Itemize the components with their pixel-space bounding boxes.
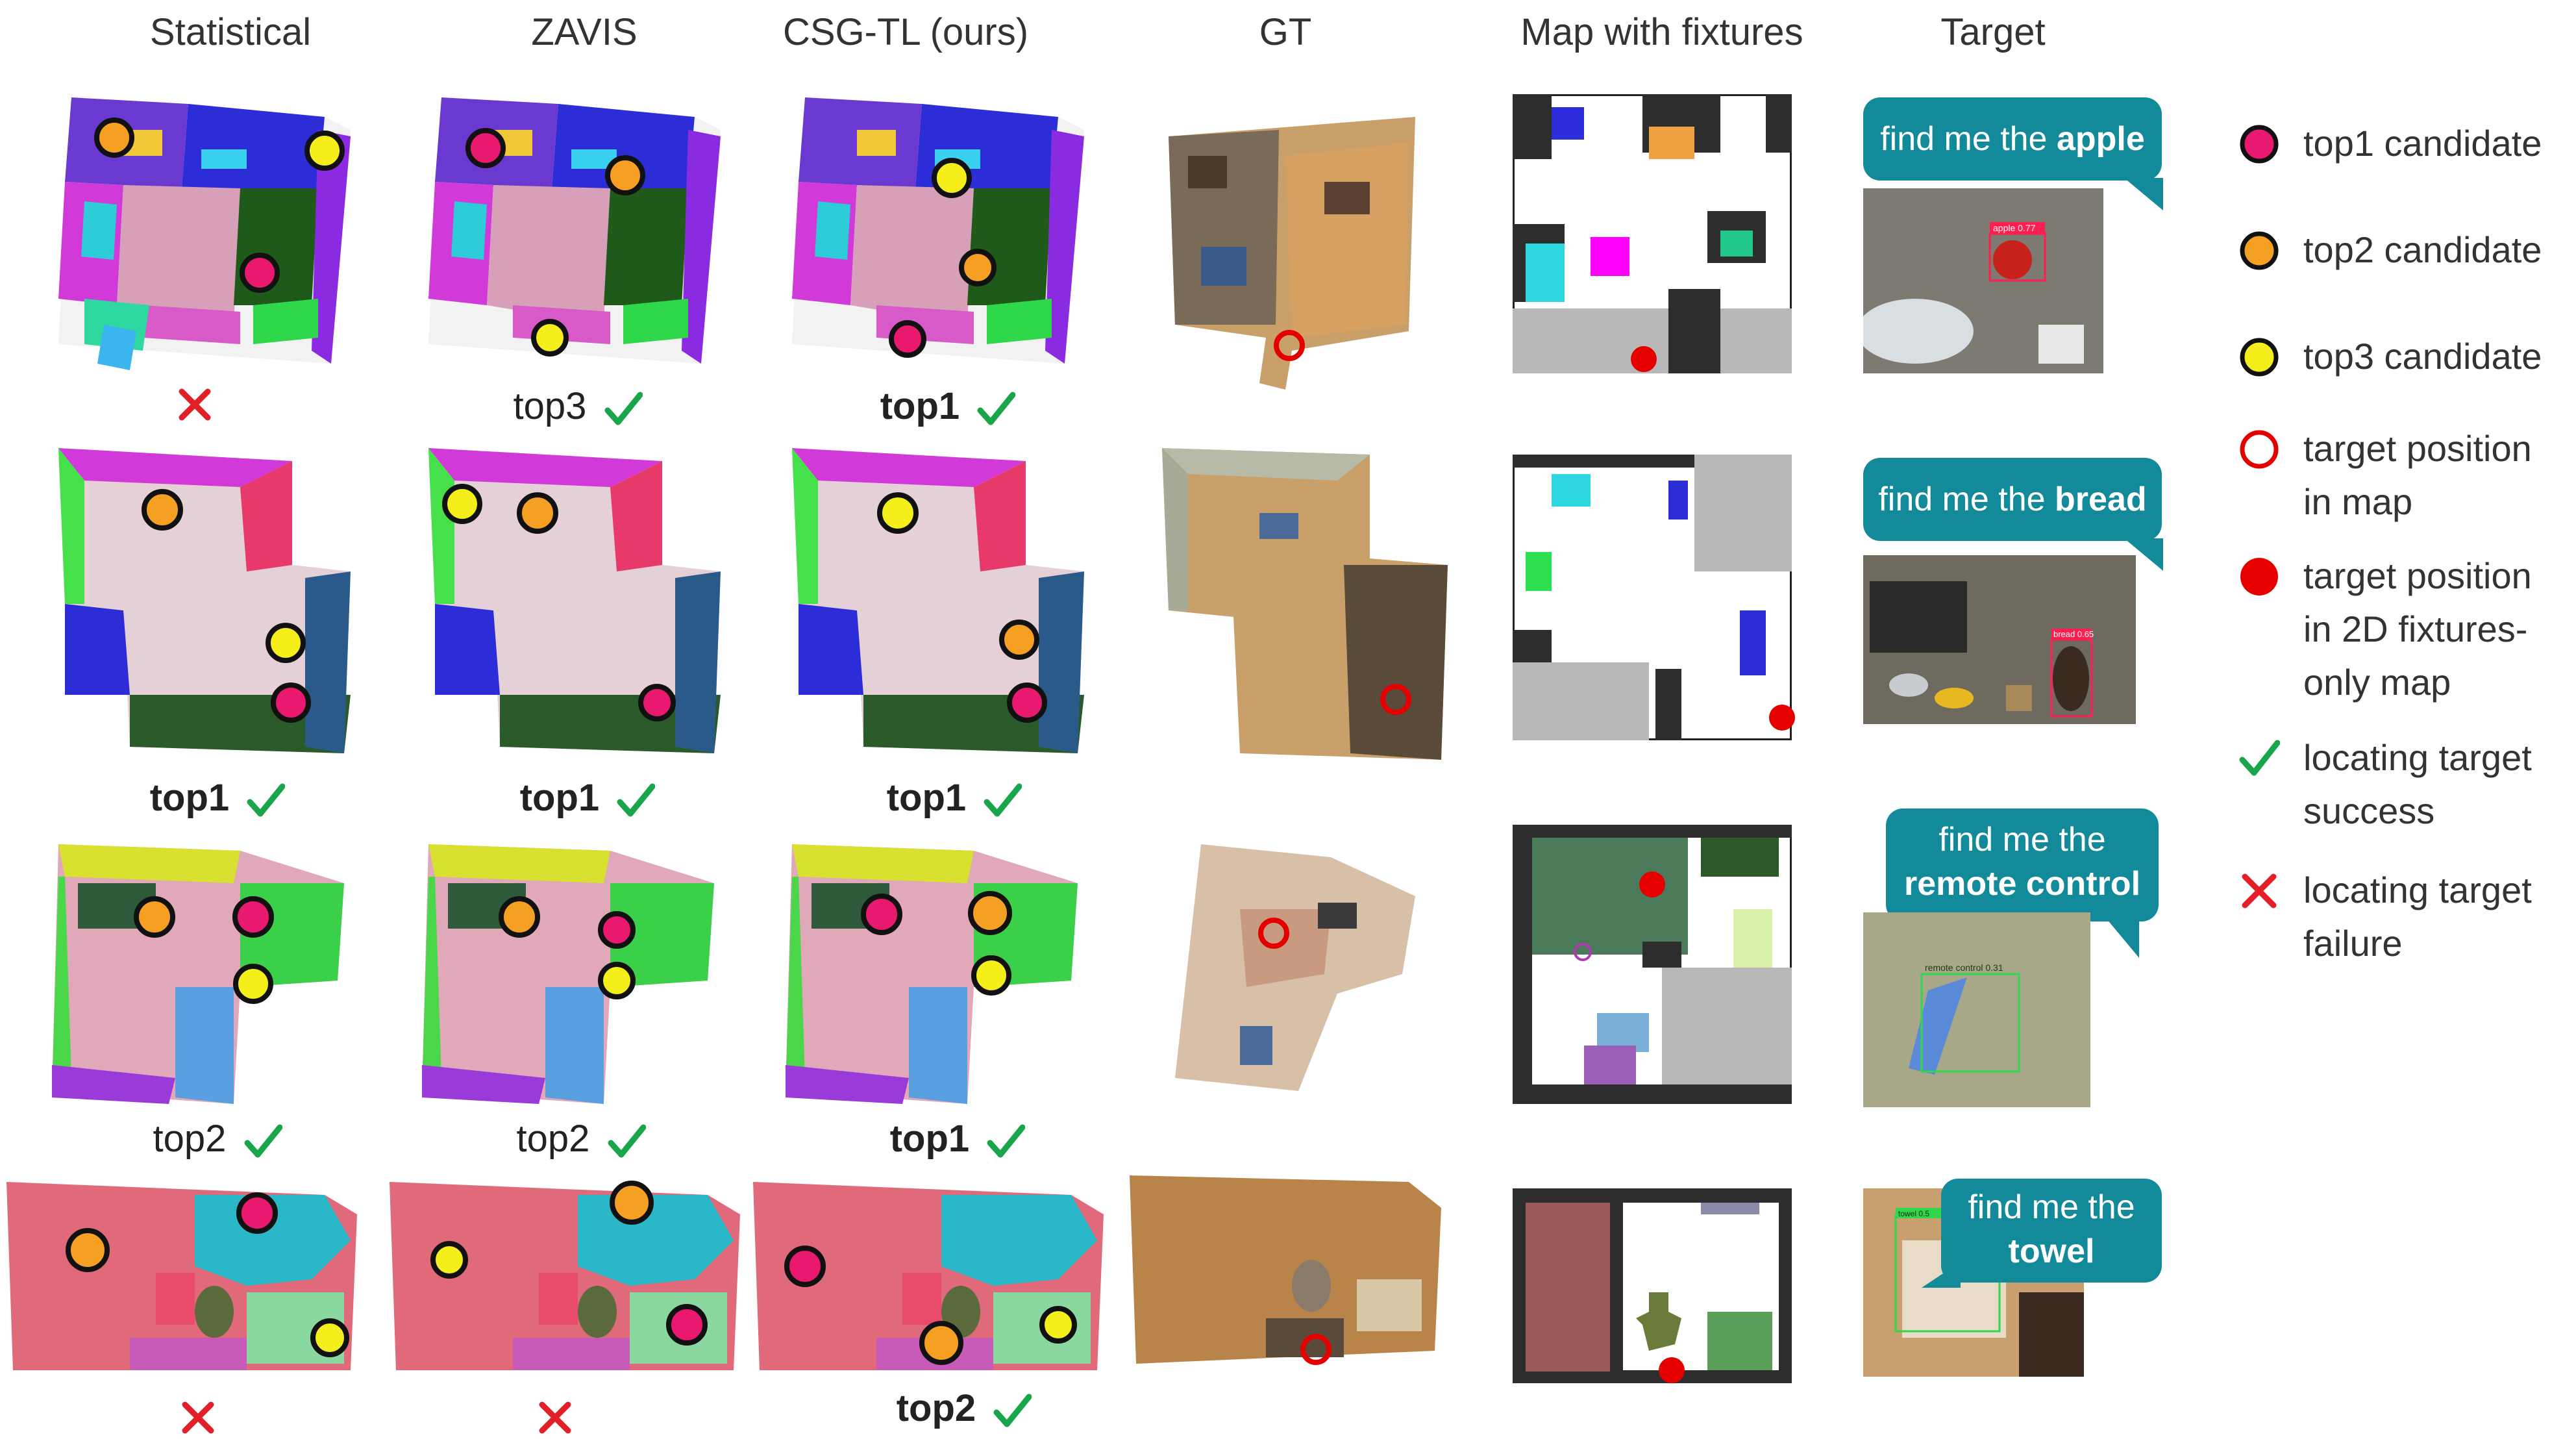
column-header-statistical: Statistical <box>149 11 312 53</box>
result-zavis-row4 <box>497 1390 607 1440</box>
target-ring-icon <box>2240 430 2279 469</box>
result-label: top1 <box>880 385 960 427</box>
query-bubble-row3: find me the remote control <box>1886 808 2159 958</box>
check-mark-icon <box>244 1124 282 1158</box>
result-csgtl-row1: top1 <box>863 381 1032 432</box>
target-dot-icon <box>2240 558 2278 595</box>
fixture-map-row4 <box>1513 1188 1792 1383</box>
result-csgtl-row4: top2 <box>880 1383 1048 1434</box>
result-label: top1 <box>149 777 230 819</box>
scene-zavis-row4 <box>383 1175 747 1383</box>
check-mark-icon <box>977 392 1016 425</box>
check-mark-icon <box>987 1124 1026 1158</box>
detection-image-row1: apple 0.77 <box>1863 188 2103 373</box>
legend-label: target position in 2D fixtures- only map <box>2303 555 2532 703</box>
legend-label: locating target success <box>2303 737 2532 831</box>
cross-mark-icon <box>539 1401 571 1434</box>
query-prefix: find me the <box>1938 821 2106 858</box>
scene-gt-row1 <box>1162 117 1422 390</box>
scene-statistical-row4 <box>0 1175 364 1383</box>
detection-label: towel 0.5 <box>1898 1209 1929 1218</box>
query-object: apple <box>2056 120 2145 158</box>
detection-label: remote control 0.31 <box>1925 962 2003 973</box>
query-object: towel <box>2008 1233 2095 1270</box>
result-label: top2 <box>153 1118 227 1160</box>
query-prefix: find me the <box>1880 120 2057 158</box>
result-statistical-row3: top2 <box>140 1114 295 1164</box>
check-mark-icon <box>604 392 643 425</box>
result-label: top1 <box>519 777 600 819</box>
result-statistical-row4 <box>140 1390 250 1440</box>
result-zavis-row2: top1 <box>506 773 669 823</box>
legend-label: target position in map <box>2303 428 2532 522</box>
fixture-map-row3 <box>1513 825 1792 1104</box>
detection-image-row3: remote control 0.31 <box>1863 912 2090 1107</box>
check-mark-icon <box>617 783 656 817</box>
result-statistical-row2: top1 <box>136 773 299 823</box>
query-prefix: find me the <box>1878 481 2055 518</box>
result-label: top1 <box>889 1118 970 1160</box>
result-label: top3 <box>513 385 587 427</box>
scene-statistical-row3 <box>45 844 351 1104</box>
result-label: top2 <box>896 1387 976 1429</box>
scene-zavis-row1 <box>415 91 727 370</box>
cross-mark-icon <box>182 1401 214 1434</box>
column-header-csg-tl: CSG-TL (ours) <box>782 11 1029 53</box>
detection-label: bread 0.65 <box>2053 629 2094 639</box>
column-header-gt: GT <box>1259 11 1312 53</box>
legend-label: top2 candidate <box>2303 229 2542 270</box>
scene-csgtl-row2 <box>779 448 1084 753</box>
check-mark-icon <box>993 1394 1032 1427</box>
scene-csgtl-row4 <box>747 1175 1110 1383</box>
result-csgtl-row2: top1 <box>873 773 1035 823</box>
top3-marker-icon <box>2240 338 2279 377</box>
scene-gt-row4 <box>1123 1169 1448 1370</box>
cross-mark-icon <box>2242 873 2277 908</box>
legend-label: top1 candidate <box>2303 123 2542 164</box>
column-header-map-with-fixtures: Map with fixtures <box>1520 11 1803 53</box>
result-statistical-row1 <box>136 377 247 427</box>
query-bubble-row1: find me the apple <box>1863 97 2163 210</box>
scene-zavis-row2 <box>415 448 721 753</box>
query-bubble-row2: find me the bread <box>1863 458 2163 571</box>
result-zavis-row1: top3 <box>493 381 662 432</box>
top1-marker-icon <box>2240 125 2279 164</box>
result-csgtl-row3: top1 <box>880 1114 1035 1164</box>
check-mark-icon <box>2239 740 2280 776</box>
query-object: bread <box>2055 481 2147 518</box>
result-label: top1 <box>886 777 967 819</box>
query-bubble-row4: find me the towel <box>1922 1179 2162 1288</box>
check-mark-icon <box>247 783 286 817</box>
scene-statistical-row1 <box>45 91 357 370</box>
column-header-zavis: ZAVIS <box>531 11 638 53</box>
query-object: remote control <box>1903 865 2141 903</box>
result-label: top2 <box>516 1118 590 1160</box>
scene-csgtl-row1 <box>779 91 1091 370</box>
fixture-map-row1 <box>1513 94 1792 373</box>
scene-csgtl-row3 <box>779 844 1084 1104</box>
check-mark-icon <box>608 1124 646 1158</box>
result-zavis-row3: top2 <box>503 1114 659 1164</box>
scene-gt-row3 <box>1169 844 1415 1104</box>
cross-mark-icon <box>179 388 211 421</box>
fixture-map-row2 <box>1513 455 1792 740</box>
scene-gt-row2 <box>1156 448 1448 760</box>
legend-label: top3 candidate <box>2303 336 2542 377</box>
top2-marker-icon <box>2240 231 2279 270</box>
check-mark-icon <box>984 783 1022 817</box>
scene-statistical-row2 <box>45 448 351 753</box>
column-header-target: Target <box>1940 11 2046 53</box>
detection-image-row2: bread 0.65 <box>1863 555 2136 724</box>
detection-label: apple 0.77 <box>1993 223 2036 233</box>
scene-zavis-row3 <box>415 844 721 1104</box>
query-prefix: find me the <box>1968 1188 2135 1226</box>
legend-label: locating target failure <box>2303 870 2532 964</box>
